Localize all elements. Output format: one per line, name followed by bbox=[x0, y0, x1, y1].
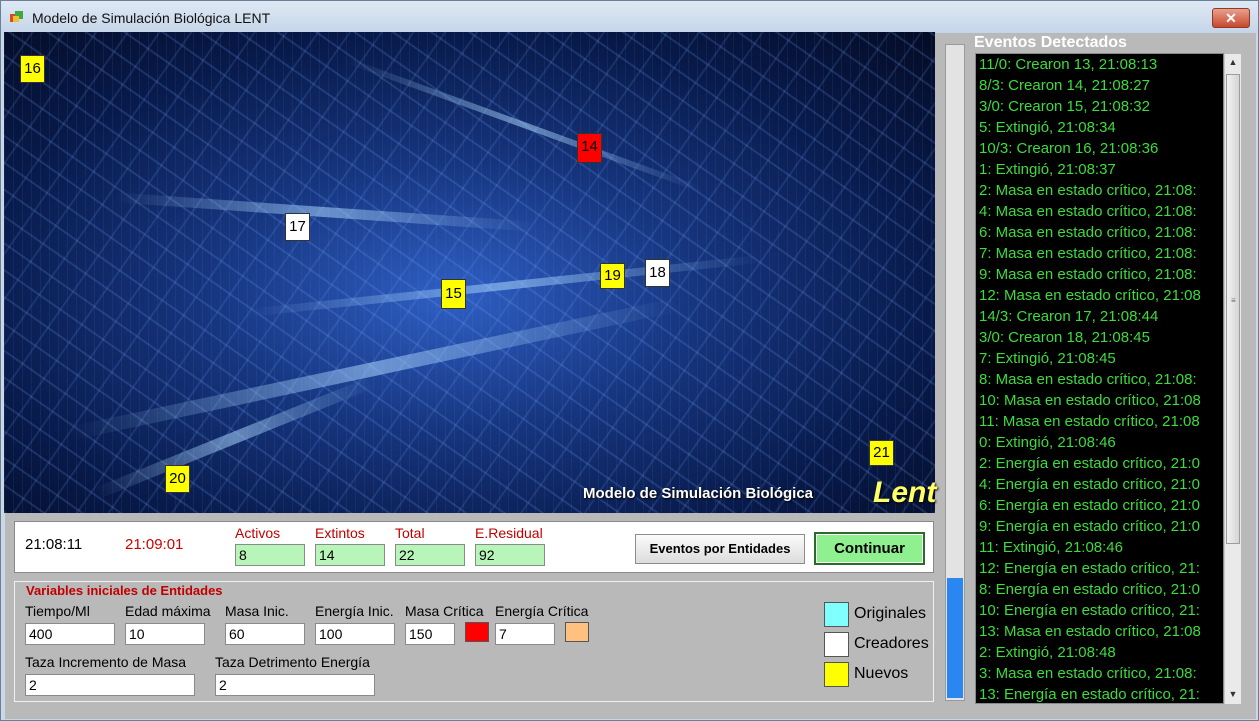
entity-marker[interactable]: 20 bbox=[165, 465, 190, 493]
event-item[interactable]: 2: Energía en estado crítico, 21:0 bbox=[979, 455, 1200, 472]
entity-marker[interactable]: 15 bbox=[441, 279, 466, 309]
app-icon bbox=[10, 11, 23, 22]
event-item[interactable]: 2: Masa en estado crítico, 21:08: bbox=[979, 182, 1197, 199]
detrimento-label: Taza Detrimento Energía bbox=[215, 654, 370, 670]
incremento-label: Taza Incremento de Masa bbox=[25, 654, 187, 670]
event-item[interactable]: 6: Masa en estado crítico, 21:08: bbox=[979, 224, 1197, 241]
tiempo-input[interactable]: 400 bbox=[25, 623, 115, 645]
title-bar[interactable]: Modelo de Simulación Biológica LENT ✕ bbox=[1, 1, 1258, 33]
event-item[interactable]: 9: Masa en estado crítico, 21:08: bbox=[979, 266, 1197, 283]
event-item[interactable]: 0: Extingió, 21:08:46 bbox=[979, 434, 1116, 451]
event-item[interactable]: 10: Masa en estado crítico, 21:08 bbox=[979, 392, 1201, 409]
activos-field[interactable]: 8 bbox=[235, 544, 305, 566]
scroll-up-icon[interactable]: ▲ bbox=[1225, 54, 1241, 71]
event-item[interactable]: 10/3: Crearon 16, 21:08:36 bbox=[979, 140, 1158, 157]
scene-brand-text: Modelo de Simulación Biológica bbox=[583, 485, 814, 502]
masa-inic-label: Masa Inic. bbox=[225, 603, 289, 619]
event-item[interactable]: 8/3: Crearon 14, 21:08:27 bbox=[979, 77, 1150, 94]
scroll-thumb[interactable]: ≡ bbox=[1226, 74, 1240, 544]
event-item[interactable]: 5: Extingió, 21:08:34 bbox=[979, 119, 1116, 136]
close-button[interactable]: ✕ bbox=[1212, 8, 1250, 28]
nuevos-legend: Nuevos bbox=[854, 665, 909, 682]
event-item[interactable]: 4: Energía en estado crítico, 21:0 bbox=[979, 476, 1200, 493]
entity-marker[interactable]: 17 bbox=[285, 213, 310, 241]
masa-critica-label: Masa Crítica bbox=[405, 603, 484, 619]
light-beam bbox=[344, 57, 704, 193]
masa-critica-input[interactable]: 150 bbox=[405, 623, 455, 645]
scene-brand-logo: Lent bbox=[873, 476, 937, 509]
light-beam bbox=[245, 254, 763, 318]
activos-label: Activos bbox=[235, 525, 281, 541]
residual-label: E.Residual bbox=[475, 525, 543, 541]
event-item[interactable]: 13: Masa en estado crítico, 21:08 bbox=[979, 623, 1201, 640]
event-item[interactable]: 3/0: Crearon 15, 21:08:32 bbox=[979, 98, 1150, 115]
light-beam bbox=[114, 192, 534, 232]
masa-critica-color-swatch[interactable] bbox=[465, 622, 489, 642]
event-item[interactable]: 1: Extingió, 21:08:37 bbox=[979, 161, 1116, 178]
end-time: 21:09:01 bbox=[125, 536, 184, 553]
event-item[interactable]: 6: Energía en estado crítico, 21:0 bbox=[979, 497, 1200, 514]
events-list[interactable]: 11/0: Crearon 13, 21:08:13 8/3: Crearon 1… bbox=[975, 53, 1224, 704]
continuar-button[interactable]: Continuar bbox=[814, 532, 925, 565]
edad-label: Edad máxima bbox=[125, 603, 211, 619]
event-item[interactable]: 7: Masa en estado crítico, 21:08: bbox=[979, 245, 1197, 262]
residual-field[interactable]: 92 bbox=[475, 544, 545, 566]
progress-fill bbox=[947, 578, 963, 698]
originales-legend: Originales bbox=[854, 605, 927, 622]
current-time: 21:08:11 bbox=[25, 536, 83, 553]
event-item[interactable]: 12: Energía en estado crítico, 21: bbox=[979, 560, 1200, 577]
event-item[interactable]: 8: Masa en estado crítico, 21:08: bbox=[979, 371, 1197, 388]
energia-critica-input[interactable]: 7 bbox=[495, 623, 555, 645]
variables-title: Variables iniciales de Entidades bbox=[24, 583, 225, 598]
simulation-view[interactable] bbox=[4, 32, 935, 513]
events-scrollbar[interactable]: ▲ ≡ ▼ bbox=[1224, 54, 1241, 704]
event-item[interactable]: 7: Extingió, 21:08:45 bbox=[979, 350, 1116, 367]
event-item[interactable]: 2: Extingió, 21:08:48 bbox=[979, 644, 1116, 661]
total-field[interactable]: 22 bbox=[395, 544, 465, 566]
energia-inic-input[interactable]: 100 bbox=[315, 623, 395, 645]
masa-inic-input[interactable]: 60 bbox=[225, 623, 305, 645]
event-item[interactable]: 3: Masa en estado crítico, 21:08: bbox=[979, 665, 1197, 682]
entity-marker[interactable]: 18 bbox=[645, 259, 670, 287]
event-item[interactable]: 4: Masa en estado crítico, 21:08: bbox=[979, 203, 1197, 220]
edad-input[interactable]: 10 bbox=[125, 623, 205, 645]
entity-marker[interactable]: 14 bbox=[577, 133, 602, 163]
event-item[interactable]: 11: Extingió, 21:08:46 bbox=[979, 539, 1123, 556]
grip-icon: ≡ bbox=[1231, 296, 1236, 305]
originales-swatch bbox=[824, 602, 849, 627]
eventos-por-entidades-button[interactable]: Eventos por Entidades bbox=[635, 534, 805, 564]
total-label: Total bbox=[395, 525, 425, 541]
event-item[interactable]: 8: Energía en estado crítico, 21:0 bbox=[979, 581, 1200, 598]
event-item[interactable]: 3/0: Crearon 18, 21:08:45 bbox=[979, 329, 1150, 346]
event-item[interactable]: 12: Masa en estado crítico, 21:08 bbox=[979, 287, 1201, 304]
event-item[interactable]: 11/0: Crearon 13, 21:08:13 bbox=[979, 56, 1157, 73]
entity-marker[interactable]: 16 bbox=[20, 55, 45, 83]
event-item[interactable]: 10: Energía en estado crítico, 21: bbox=[979, 602, 1200, 619]
event-item[interactable]: 11: Masa en estado crítico, 21:08 bbox=[979, 413, 1200, 430]
events-title: Eventos Detectados bbox=[974, 34, 1127, 51]
event-item[interactable]: 9: Energía en estado crítico, 21:0 bbox=[979, 518, 1200, 535]
energia-inic-label: Energía Inic. bbox=[315, 603, 394, 619]
creadores-legend: Creadores bbox=[854, 635, 929, 652]
extintos-label: Extintos bbox=[315, 525, 365, 541]
event-item[interactable]: 14/3: Crearon 17, 21:08:44 bbox=[979, 308, 1158, 325]
window-title: Modelo de Simulación Biológica LENT bbox=[32, 10, 271, 26]
detrimento-input[interactable]: 2 bbox=[215, 674, 375, 696]
extintos-field[interactable]: 14 bbox=[315, 544, 385, 566]
entity-marker[interactable]: 21 bbox=[869, 440, 894, 466]
energia-critica-color-swatch[interactable] bbox=[565, 622, 589, 642]
nuevos-swatch bbox=[824, 662, 849, 687]
incremento-input[interactable]: 2 bbox=[25, 674, 195, 696]
light-beam bbox=[69, 297, 679, 441]
event-item[interactable]: 13: Energía en estado crítico, 21: bbox=[979, 686, 1200, 703]
scroll-down-icon[interactable]: ▼ bbox=[1225, 686, 1241, 703]
tiempo-label: Tiempo/Ml bbox=[25, 603, 90, 619]
creadores-swatch bbox=[824, 632, 849, 657]
entity-marker[interactable]: 19 bbox=[600, 263, 625, 289]
energia-critica-label: Energía Crítica bbox=[495, 603, 589, 619]
